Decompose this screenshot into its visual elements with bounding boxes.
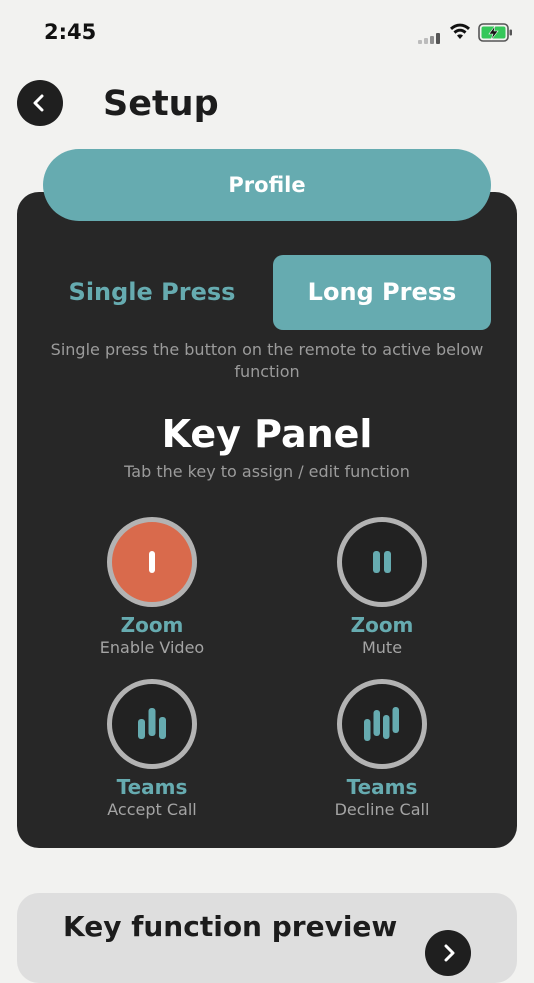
single-bar-icon bbox=[149, 551, 155, 573]
key-app-label: Zoom bbox=[350, 613, 414, 637]
chevron-left-icon bbox=[33, 94, 44, 112]
quad-bar-icon bbox=[364, 707, 399, 741]
key-button-1[interactable]: Zoom Enable Video bbox=[62, 517, 242, 659]
key-ring[interactable] bbox=[337, 517, 427, 607]
double-bar-icon bbox=[373, 551, 391, 573]
chevron-right-icon bbox=[444, 944, 455, 962]
cellular-signal-icon bbox=[418, 30, 442, 49]
wifi-icon bbox=[449, 22, 471, 44]
key-function-label: Enable Video bbox=[99, 638, 205, 657]
preview-title: Key function preview bbox=[63, 910, 398, 943]
key-button-2[interactable]: Zoom Mute bbox=[292, 517, 472, 659]
tab-profile[interactable]: Profile bbox=[43, 149, 491, 221]
back-button[interactable] bbox=[17, 80, 63, 126]
press-mode-description: Single press the button on the remote to… bbox=[50, 340, 484, 381]
key-button-3[interactable]: Teams Accept Call bbox=[62, 679, 242, 821]
status-time: 2:45 bbox=[44, 20, 97, 44]
key-ring[interactable] bbox=[107, 679, 197, 769]
page-title: Setup bbox=[103, 84, 219, 124]
battery-icon bbox=[478, 23, 514, 47]
key-function-label: Accept Call bbox=[107, 800, 197, 819]
key-ring[interactable] bbox=[107, 517, 197, 607]
triple-bar-icon bbox=[138, 708, 166, 739]
single-press-tab[interactable]: Single Press bbox=[45, 255, 259, 330]
status-bar: 2:45 bbox=[0, 0, 534, 62]
key-function-label: Mute bbox=[361, 638, 403, 657]
key-panel-subtitle: Tab the key to assign / edit function bbox=[124, 462, 410, 481]
long-press-tab[interactable]: Long Press bbox=[273, 255, 491, 330]
key-app-label: Teams bbox=[116, 775, 188, 799]
key-ring[interactable] bbox=[337, 679, 427, 769]
preview-open-button[interactable] bbox=[425, 930, 471, 976]
key-button-4[interactable]: Teams Decline Call bbox=[292, 679, 472, 821]
key-app-label: Zoom bbox=[120, 613, 184, 637]
key-function-label: Decline Call bbox=[334, 800, 430, 819]
key-panel-title: Key Panel bbox=[161, 412, 373, 456]
key-app-label: Teams bbox=[346, 775, 418, 799]
